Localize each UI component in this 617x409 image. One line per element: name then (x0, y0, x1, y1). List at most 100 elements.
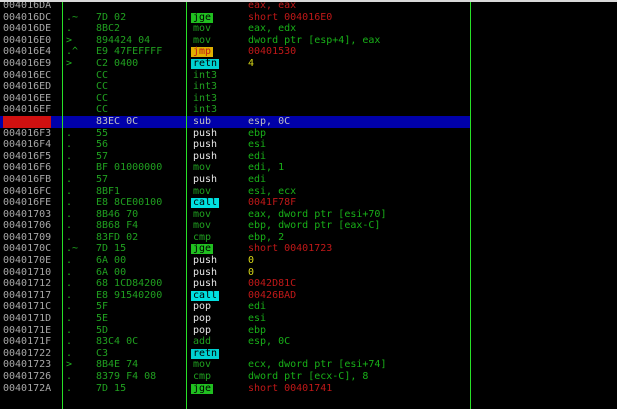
instruction-address: 0040171D (3, 313, 52, 325)
instruction-mnemonic: push (193, 173, 218, 185)
instruction-operands: edi (248, 173, 267, 185)
instruction-operands: 0041F78F (248, 197, 297, 209)
instruction-operands: 00426BAD (248, 289, 297, 301)
instruction-address: 00401706 (3, 220, 52, 232)
instruction-bytes: E9 47FEFFFF (96, 46, 163, 58)
instruction-mnemonic: int3 (193, 92, 218, 104)
instruction-bytes: C3 (96, 347, 109, 359)
instruction-address: 00401703 (3, 208, 52, 220)
instruction-mnemonic: push (193, 255, 218, 267)
instruction-operands: esi (248, 139, 267, 151)
instruction-operands: eax, dword ptr [esi+70] (248, 208, 387, 220)
instruction-mnemonic: mov (193, 359, 212, 371)
instruction-mnemonic: mov (193, 220, 212, 232)
instruction-mnemonic: retn (191, 57, 220, 69)
pane-border (470, 0, 471, 409)
instruction-operands: 0 (248, 255, 255, 267)
instruction-address: 0040170E (3, 255, 52, 267)
flow-marker: .~ (66, 11, 79, 23)
instruction-mnemonic: int3 (193, 81, 218, 93)
instruction-mnemonic: jmp (191, 46, 214, 58)
flow-marker: > (66, 359, 73, 371)
instruction-mnemonic: sub (193, 115, 212, 127)
instruction-bytes: 6A 00 (96, 266, 127, 278)
instruction-bytes: 8B46 70 (96, 208, 139, 220)
instruction-bytes: E8 8CE00100 (96, 197, 163, 209)
instruction-address: 00401722 (3, 347, 52, 359)
flow-marker: . (66, 382, 73, 394)
instruction-operands: 0042D81C (248, 278, 297, 290)
instruction-address: 004016E9 (3, 57, 52, 69)
instruction-bytes: 8BC2 (96, 23, 121, 35)
instruction-address: 00401726 (3, 371, 52, 382)
instruction-operands: esp, 0C (248, 115, 291, 127)
instruction-bytes: 68 1CD84200 (96, 278, 163, 290)
instruction-address: 004016DC (3, 11, 52, 23)
instruction-bytes: 8379 F4 08 (96, 371, 157, 382)
instruction-bytes: CC (96, 81, 109, 93)
instruction-operands: 4 (248, 57, 255, 69)
instruction-address: 004016ED (3, 81, 52, 93)
flow-marker: . (66, 139, 73, 151)
flow-marker: . (66, 23, 73, 35)
instruction-address: 004016FE (3, 197, 52, 209)
instruction-bytes: 57 (96, 150, 109, 162)
disassembly-window: 004016DA eax, eax 004016DC .~ 7D 02 jge short … (0, 0, 617, 409)
comment-pane[interactable] (470, 0, 617, 409)
instruction-bytes: 7D 15 (96, 382, 127, 394)
flow-marker: . (66, 347, 73, 359)
instruction-mnemonic: retn (191, 347, 220, 359)
instruction-address: 0040171C (3, 301, 52, 313)
flow-marker: . (66, 255, 73, 267)
flow-marker: . (66, 173, 73, 185)
instruction-bytes: 7D 02 (96, 11, 127, 23)
instruction-address: 004016FC (3, 185, 52, 197)
instruction-operands: edi (248, 301, 267, 313)
flow-marker: . (66, 278, 73, 290)
instruction-mnemonic: pop (193, 313, 212, 325)
column-separator-hex[interactable] (186, 0, 187, 409)
instruction-mnemonic: int3 (193, 69, 218, 81)
instruction-operands: esi, ecx (248, 185, 297, 197)
instruction-bytes: 7D 15 (96, 243, 127, 255)
instruction-mnemonic: int3 (193, 104, 218, 116)
instruction-operands: 00401530 (248, 46, 297, 58)
instruction-bytes: 83EC 0C (96, 115, 139, 127)
flow-marker: . (66, 185, 73, 197)
flow-marker: . (66, 324, 73, 336)
instruction-address: 004016F0 (3, 115, 52, 128)
instruction-address: 004016EE (3, 92, 52, 104)
instruction-address: 00401723 (3, 359, 52, 371)
instruction-address: 004016EF (3, 104, 52, 116)
instruction-operands: dword ptr [esp+4], eax (248, 34, 381, 46)
instruction-mnemonic: cmp (193, 231, 212, 243)
instruction-operands: short 004016E0 (248, 11, 333, 23)
instruction-operands: esp, 0C (248, 336, 291, 348)
instruction-operands: eax, edx (248, 23, 297, 35)
instruction-address: 004016F3 (3, 127, 52, 139)
instruction-mnemonic: push (193, 150, 218, 162)
instruction-address: 00401709 (3, 231, 52, 243)
flow-marker: .~ (66, 243, 79, 255)
flow-marker: . (66, 313, 73, 325)
instruction-address: 00401710 (3, 266, 52, 278)
flow-marker: . (66, 301, 73, 313)
flow-marker: . (66, 220, 73, 232)
instruction-mnemonic: pop (193, 324, 212, 336)
flow-marker: . (66, 289, 73, 301)
instruction-address: 0040172A (3, 382, 52, 394)
instruction-bytes: 6A 00 (96, 255, 127, 267)
column-separator-address[interactable] (62, 0, 63, 409)
instruction-operands: edi (248, 150, 267, 162)
instruction-mnemonic: push (193, 127, 218, 139)
instruction-mnemonic: cmp (193, 371, 212, 382)
flow-marker: > (66, 57, 73, 69)
instruction-mnemonic: push (193, 266, 218, 278)
flow-marker: .^ (66, 46, 79, 58)
instruction-address: 0040171F (3, 336, 52, 348)
instruction-bytes: 83FD 02 (96, 231, 139, 243)
instruction-mnemonic: call (191, 289, 220, 301)
flow-marker: . (66, 150, 73, 162)
instruction-operands: ebp (248, 324, 267, 336)
instruction-bytes: 8B68 F4 (96, 220, 139, 232)
